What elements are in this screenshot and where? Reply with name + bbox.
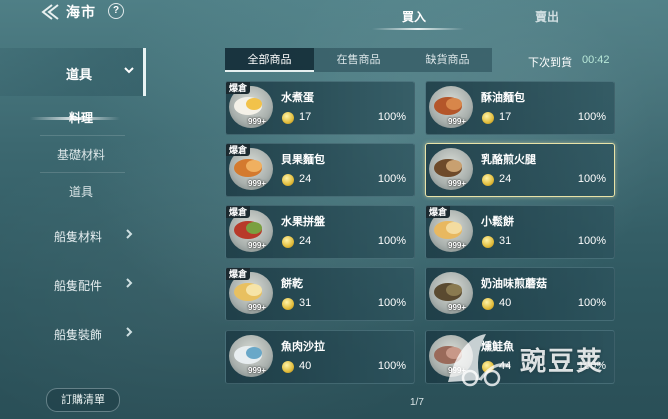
item-stock-count: 999+ xyxy=(248,366,267,375)
coin-icon xyxy=(282,361,294,373)
item-card[interactable]: 999+ 爆倉餅乾 31 100% xyxy=(225,267,415,321)
chevron-down-icon xyxy=(124,67,134,74)
item-name: 小鬆餅 xyxy=(481,216,514,228)
item-price: 31 xyxy=(299,297,312,309)
item-name: 燻鮭魚 xyxy=(481,341,514,353)
item-price-percent: 100% xyxy=(377,297,406,309)
back-arrow-icon[interactable] xyxy=(38,2,62,22)
divider xyxy=(40,172,125,173)
item-card[interactable]: 999+ 乳酪煎火腿 24 100% xyxy=(425,143,615,197)
coin-icon xyxy=(282,112,294,124)
item-stock-count: 999+ xyxy=(248,117,267,126)
item-price: 24 xyxy=(299,173,312,185)
coin-icon xyxy=(282,298,294,310)
sidebar-category-ship-decor[interactable]: 船隻裝飾 xyxy=(0,314,143,354)
sidebar-category-tools[interactable]: 道具 xyxy=(0,48,146,96)
item-card[interactable]: 999+ 爆倉水煮蛋 17 100% xyxy=(225,81,415,135)
sidebar-category-ship-materials[interactable]: 船隻材料 xyxy=(0,216,143,256)
filter-tabs: 全部商品 在售商品 缺貨商品 xyxy=(225,48,492,72)
sidebar-category-label: 船隻配件 xyxy=(54,279,103,293)
item-price-percent: 100% xyxy=(577,111,606,123)
item-name: 酥油麵包 xyxy=(481,92,525,104)
item-card[interactable]: 999+ 爆倉貝果麵包 24 100% xyxy=(225,143,415,197)
item-price: 44 xyxy=(499,360,512,372)
item-name: 魚肉沙拉 xyxy=(281,341,325,353)
item-name: 奶油味煎蘑菇 xyxy=(481,278,547,290)
coin-icon xyxy=(482,298,494,310)
item-price: 40 xyxy=(299,360,312,372)
sidebar-category-label: 船隻材料 xyxy=(54,230,103,244)
overstock-badge: 爆倉 xyxy=(226,144,251,156)
item-price: 31 xyxy=(499,235,512,247)
overstock-badge: 爆倉 xyxy=(226,82,251,94)
item-card[interactable]: 999+ 奶油味煎蘑菇 40 100% xyxy=(425,267,615,321)
filter-all[interactable]: 全部商品 xyxy=(225,48,314,72)
item-price: 17 xyxy=(499,111,512,123)
tab-sell[interactable]: 賣出 xyxy=(535,8,559,25)
coin-icon xyxy=(482,174,494,186)
sidebar-category-ship-parts[interactable]: 船隻配件 xyxy=(0,265,143,305)
item-price-percent: 100% xyxy=(377,111,406,123)
item-price-percent: 100% xyxy=(577,297,606,309)
watermark-text: 豌豆荚 xyxy=(520,346,605,376)
filter-out-of-stock[interactable]: 缺貨商品 xyxy=(403,48,492,72)
chevron-right-icon xyxy=(126,327,133,337)
item-stock-count: 999+ xyxy=(448,241,467,250)
item-name: 乳酪煎火腿 xyxy=(481,154,536,166)
item-name: 貝果麵包 xyxy=(281,154,325,166)
overstock-badge: 爆倉 xyxy=(226,268,251,280)
header: 海市 ? 買入 賣出 xyxy=(0,0,668,36)
page-indicator: 1/7 xyxy=(410,397,424,408)
item-price-percent: 100% xyxy=(577,173,606,185)
item-price: 17 xyxy=(299,111,312,123)
item-price: 24 xyxy=(299,235,312,247)
item-name: 餅乾 xyxy=(281,278,303,290)
sidebar-subitem-basic-materials[interactable]: 基礎材料 xyxy=(22,141,140,169)
coin-icon xyxy=(482,112,494,124)
item-price: 24 xyxy=(499,173,512,185)
item-stock-count: 999+ xyxy=(448,117,467,126)
restock-label: 下次到貨 xyxy=(528,57,572,69)
item-stock-count: 999+ xyxy=(248,241,267,250)
item-stock-count: 999+ xyxy=(248,179,267,188)
overstock-badge: 爆倉 xyxy=(426,206,451,218)
coin-icon xyxy=(282,236,294,248)
item-stock-count: 999+ xyxy=(448,303,467,312)
item-price-percent: 100% xyxy=(377,360,406,372)
tab-buy[interactable]: 買入 xyxy=(402,8,426,25)
sidebar-subitem-tools[interactable]: 道具 xyxy=(22,178,140,206)
item-card[interactable]: 999+ 爆倉小鬆餅 31 100% xyxy=(425,205,615,259)
item-price-percent: 100% xyxy=(377,235,406,247)
sidebar-category-label: 船隻裝飾 xyxy=(54,328,103,342)
overstock-badge: 爆倉 xyxy=(226,206,251,218)
tab-active-indicator xyxy=(372,28,464,30)
divider xyxy=(40,135,125,136)
item-stock-count: 999+ xyxy=(448,366,467,375)
sidebar-subitem-cooking[interactable]: 料理 xyxy=(22,104,140,132)
chevron-right-icon xyxy=(126,278,133,288)
item-name: 水煮蛋 xyxy=(281,92,314,104)
order-list-button[interactable]: 訂購清單 xyxy=(46,388,120,412)
filter-on-sale[interactable]: 在售商品 xyxy=(314,48,403,72)
sidebar-category-label: 道具 xyxy=(66,67,93,82)
item-stock-count: 999+ xyxy=(448,179,467,188)
help-icon[interactable]: ? xyxy=(108,3,124,19)
item-stock-count: 999+ xyxy=(248,303,267,312)
item-name: 水果拼盤 xyxy=(281,216,325,228)
coin-icon xyxy=(482,236,494,248)
coin-icon xyxy=(282,174,294,186)
item-card[interactable]: 999+ 魚肉沙拉 40 100% xyxy=(225,330,415,384)
item-price-percent: 100% xyxy=(577,235,606,247)
item-price: 40 xyxy=(499,297,512,309)
coin-icon xyxy=(482,361,494,373)
item-card[interactable]: 999+ 爆倉水果拼盤 24 100% xyxy=(225,205,415,259)
page-title: 海市 xyxy=(66,4,96,20)
chevron-right-icon xyxy=(126,229,133,239)
restock-timer: 00:42 xyxy=(582,54,610,66)
item-card[interactable]: 999+ 酥油麵包 17 100% xyxy=(425,81,615,135)
item-price-percent: 100% xyxy=(377,173,406,185)
